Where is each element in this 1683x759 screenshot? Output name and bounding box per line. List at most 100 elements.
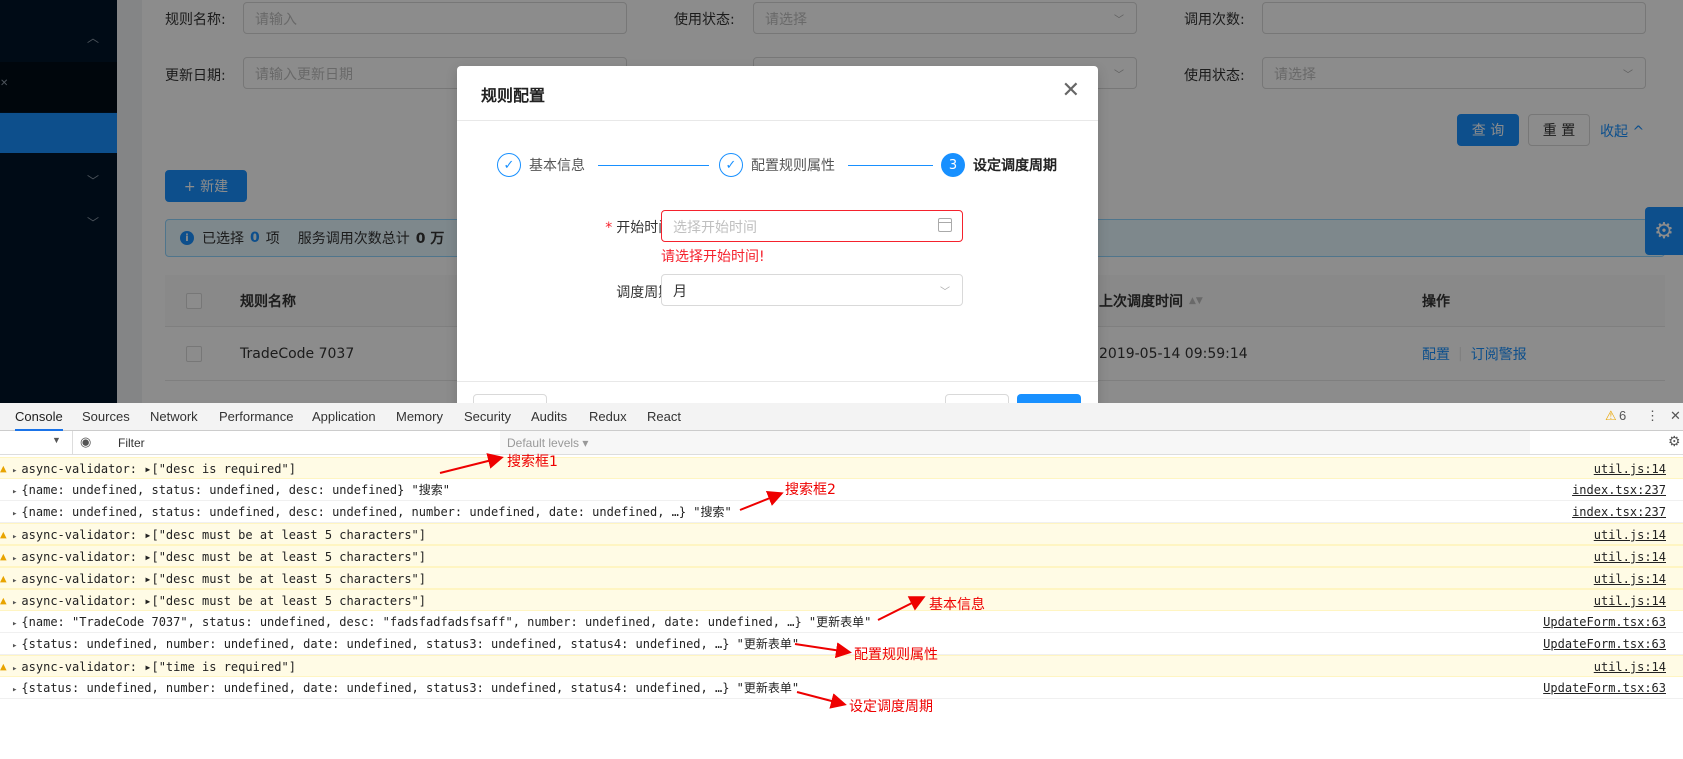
console-message-text: {status: undefined, number: undefined, d… [21,637,800,651]
warning-icon: ▲ [0,594,7,607]
expand-triangle-icon[interactable]: ▸ [12,685,17,695]
more-menu-icon[interactable]: ⋮ [1646,408,1659,424]
step-schedule-period: 3 设定调度周期 [941,153,1057,177]
console-line[interactable]: ▲ ▸ async-validator: ▸["desc must be at le… [0,567,1683,589]
expand-triangle-icon[interactable]: ▸ [12,487,17,497]
context-dropdown-icon[interactable]: ▼ [52,435,61,445]
screenshot-root: ︿ ✕ ﹀ ﹀ 规则名称: 请输入 使用状态: 请选择 ﹀ 调用次数: 更新日期:… [0,0,1683,759]
source-link[interactable]: util.js:14 [1594,590,1666,612]
expand-triangle-icon[interactable]: ▸ [12,619,17,629]
gear-icon[interactable]: ⚙ [1668,433,1681,450]
console-message: ▸ {name: "TradeCode 7037", status: undefi… [12,611,871,635]
expand-triangle-icon[interactable]: ▸ [12,576,17,586]
warning-icon: ▲ [0,660,7,673]
calendar-icon [938,218,952,232]
tab-application[interactable]: Application [312,403,376,431]
source-link[interactable]: util.js:14 [1594,568,1666,590]
close-icon[interactable]: ✕ [1670,408,1681,424]
console-line[interactable]: ▸ {name: undefined, status: undefined, de… [0,479,1683,501]
annotation-4: 配置规则属性 [854,647,938,663]
annotation-1: 搜索框1 [507,454,558,470]
annotation-3: 基本信息 [929,597,985,613]
rule-config-modal: 规则配置 ✕ ✓ 基本信息 ✓ 配置规则属性 3 设定调度周期 * 开始时间: 选… [457,66,1098,411]
console-filter-bar: ▼ ◉ Filter Default levels ▾ ⚙ [0,431,1683,455]
start-time-picker[interactable]: 选择开始时间 [661,210,963,242]
step-label: 设定调度周期 [973,158,1057,174]
warning-icon: ▲ [0,462,7,475]
warning-icon: ▲ [0,550,7,563]
source-link[interactable]: util.js:14 [1594,656,1666,678]
divider [72,431,73,455]
warning-count[interactable]: 6 [1619,408,1626,423]
tab-console[interactable]: Console [15,403,63,431]
console-line[interactable]: ▲ ▸ async-validator: ▸["desc must be at le… [0,523,1683,545]
console-message-text: {name: undefined, status: undefined, des… [21,505,732,519]
step-basic-info: ✓ 基本信息 [497,153,585,177]
step-label: 配置规则属性 [751,158,835,174]
console-message-text: async-validator: ▸["desc must be at leas… [21,572,426,586]
tab-audits[interactable]: Audits [531,403,567,431]
expand-triangle-icon[interactable]: ▸ [12,598,17,608]
tab-performance[interactable]: Performance [219,403,293,431]
source-link[interactable]: UpdateForm.tsx:63 [1543,677,1666,699]
source-link[interactable]: util.js:14 [1594,524,1666,546]
console-message-text: {name: "TradeCode 7037", status: undefin… [21,615,872,629]
console-message-text: async-validator: ▸["desc must be at leas… [21,594,426,608]
console-line[interactable]: ▸ {status: undefined, number: undefined, … [0,677,1683,699]
required-mark: * [605,220,613,236]
modal-title: 规则配置 [481,86,546,105]
console-message-text: async-validator: ▸["desc must be at leas… [21,550,426,564]
expand-triangle-icon[interactable]: ▸ [12,554,17,564]
tab-network[interactable]: Network [150,403,198,431]
log-levels-dropdown[interactable]: Default levels ▾ [507,436,588,450]
source-link[interactable]: index.tsx:237 [1572,501,1666,523]
console-line[interactable]: ▲ ▸ async-validator: ▸["time is required"]… [0,655,1683,677]
tab-security[interactable]: Security [464,403,511,431]
filter-bg [500,431,1530,454]
period-select[interactable]: 月 ﹀ [661,274,963,306]
console-line[interactable]: ▸ {name: undefined, status: undefined, de… [0,501,1683,523]
console-line[interactable]: ▲ ▸ async-validator: ▸["desc must be at le… [0,589,1683,611]
close-icon[interactable]: ✕ [1062,78,1080,103]
source-link[interactable]: index.tsx:237 [1572,479,1666,501]
source-link[interactable]: util.js:14 [1594,546,1666,568]
modal-header: 规则配置 ✕ [457,66,1098,121]
tab-redux[interactable]: Redux [589,403,627,431]
filter-input[interactable]: Filter [118,436,145,450]
console-line[interactable]: ▸ {status: undefined, number: undefined, … [0,633,1683,655]
step-number: 3 [941,153,965,177]
tab-sources[interactable]: Sources [82,403,130,431]
console-message: ▸ {name: undefined, status: undefined, de… [12,479,450,503]
console-line[interactable]: ▲ ▸ async-validator: ▸["desc is required"]… [0,457,1683,479]
console-message: ▸ {status: undefined, number: undefined, … [12,677,799,701]
expand-triangle-icon[interactable]: ▸ [12,466,17,476]
step-label: 基本信息 [529,158,585,174]
expand-triangle-icon[interactable]: ▸ [12,641,17,651]
tab-memory[interactable]: Memory [396,403,443,431]
eye-icon[interactable]: ◉ [80,434,91,450]
console-line[interactable]: ▲ ▸ async-validator: ▸["desc must be at le… [0,545,1683,567]
expand-triangle-icon[interactable]: ▸ [12,509,17,519]
console-message-text: {status: undefined, number: undefined, d… [21,681,800,695]
source-link[interactable]: UpdateForm.tsx:63 [1543,611,1666,633]
source-link[interactable]: UpdateForm.tsx:63 [1543,633,1666,655]
console-message-text: async-validator: ▸["time is required"] [21,660,296,674]
check-icon: ✓ [719,153,743,177]
source-link[interactable]: util.js:14 [1594,458,1666,480]
tab-react[interactable]: React [647,403,681,431]
expand-triangle-icon[interactable]: ▸ [12,664,17,674]
chevron-down-icon: ﹀ [940,287,950,298]
warning-icon[interactable]: ⚠ [1605,408,1617,424]
step-rule-properties: ✓ 配置规则属性 [719,153,835,177]
expand-triangle-icon[interactable]: ▸ [12,532,17,542]
console-line[interactable]: ▸ {name: "TradeCode 7037", status: undefi… [0,611,1683,633]
warning-icon: ▲ [0,572,7,585]
console-message-text: async-validator: ▸["desc must be at leas… [21,528,426,542]
warning-icon: ▲ [0,528,7,541]
devtools-panel: Console Sources Network Performance Appl… [0,403,1683,759]
step-connector [848,165,933,166]
step-connector [598,165,709,166]
console-message-text: {name: undefined, status: undefined, des… [21,483,451,497]
console-message: ▸ {status: undefined, number: undefined, … [12,633,799,657]
console-message: ▸ {name: undefined, status: undefined, de… [12,501,732,525]
